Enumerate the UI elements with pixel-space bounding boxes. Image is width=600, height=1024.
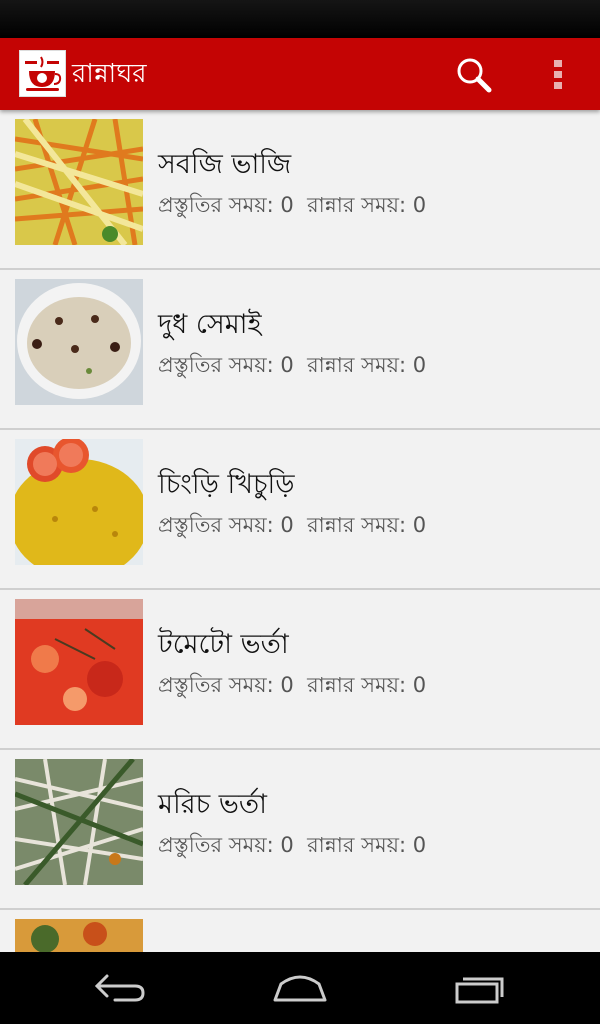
search-button[interactable] — [455, 56, 493, 94]
recipe-time-info: প্রস্তুতির সময়: 0 রান্নার সময়: 0 — [158, 833, 427, 857]
recipe-name: সবজি ভাজি — [158, 149, 292, 180]
recipe-name: মরিচ ভর্তা — [158, 789, 267, 820]
overflow-menu-button[interactable] — [548, 56, 568, 94]
recipe-time-info: প্রস্তুতির সময়: 0 রান্নার সময়: 0 — [158, 193, 427, 217]
recent-apps-button[interactable] — [445, 966, 515, 1010]
back-button[interactable] — [85, 966, 155, 1010]
overflow-menu-icon — [554, 60, 562, 89]
recipe-time-info: প্রস্তুতির সময়: 0 রান্নার সময়: 0 — [158, 353, 427, 377]
home-icon — [273, 975, 327, 1002]
recipe-name: চিংড়ি খিচুড়ি — [158, 469, 295, 500]
recipe-thumbnail — [15, 599, 143, 725]
recipe-list[interactable]: সবজি ভাজি প্রস্তুতির সময়: 0 রান্নার সময… — [0, 110, 600, 952]
list-item[interactable]: চিংড়ি খিচুড়ি প্রস্তুতির সময়: 0 রান্না… — [0, 430, 600, 590]
app-logo — [19, 50, 66, 97]
action-bar: রান্নাঘর — [0, 38, 600, 110]
search-icon — [457, 58, 492, 93]
list-item[interactable]: মরিচ ভর্তা প্রস্তুতির সময়: 0 রান্নার সম… — [0, 750, 600, 910]
app-title: রান্নাঘর — [72, 59, 147, 89]
recipe-thumbnail — [15, 439, 143, 565]
recipe-name: দুধ সেমাই — [158, 309, 262, 340]
recipe-time-info: প্রস্তুতির সময়: 0 রান্নার সময়: 0 — [158, 513, 427, 537]
list-item[interactable] — [0, 910, 600, 952]
recipe-time-info: প্রস্তুতির সময়: 0 রান্নার সময়: 0 — [158, 673, 427, 697]
list-item[interactable]: দুধ সেমাই প্রস্তুতির সময়: 0 রান্নার সময… — [0, 270, 600, 430]
recent-apps-icon — [455, 977, 504, 1004]
recipe-name: টমেটো ভর্তা — [158, 629, 289, 660]
list-item[interactable]: সবজি ভাজি প্রস্তুতির সময়: 0 রান্নার সময… — [0, 110, 600, 270]
recipe-thumbnail — [15, 279, 143, 405]
recipe-thumbnail — [15, 919, 143, 952]
back-icon — [94, 974, 145, 1002]
list-item[interactable]: টমেটো ভর্তা প্রস্তুতির সময়: 0 রান্নার স… — [0, 590, 600, 750]
navigation-bar — [0, 952, 600, 1024]
recipe-thumbnail — [15, 759, 143, 885]
status-bar — [0, 0, 600, 38]
recipe-thumbnail — [15, 119, 143, 245]
home-button[interactable] — [265, 966, 335, 1010]
